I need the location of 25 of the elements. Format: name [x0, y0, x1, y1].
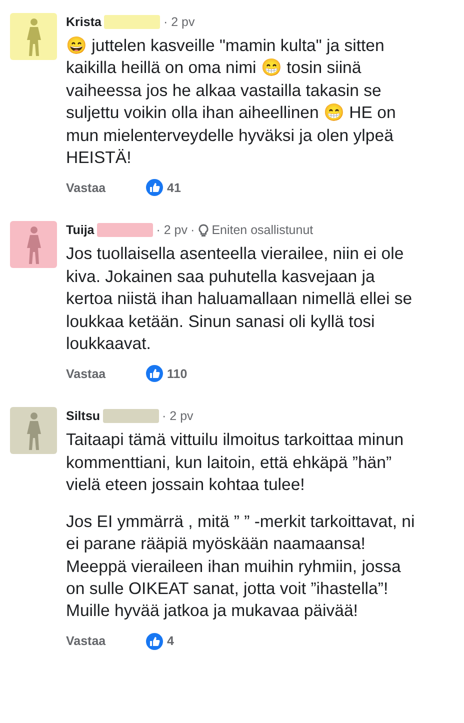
- thumbs-up-icon[interactable]: [146, 179, 163, 196]
- comment-text: Jos tuollaisella asenteella vierailee, niin ei ole kiva. Jokainen saa puhutella kasvejaan ja kertoa niistä ihan haluamallaan nimellä ellei se loukkaa ketään. Sinun sanasi oli kyllä tosi loukkaavat.: [66, 243, 414, 356]
- reply-button[interactable]: Vastaa: [66, 180, 146, 195]
- timestamp[interactable]: · 2 pv: [163, 15, 195, 29]
- reply-button[interactable]: Vastaa: [66, 634, 146, 648]
- redaction-bar: [97, 223, 154, 238]
- like-count: 4: [167, 634, 174, 648]
- comment-text: Taitaapi tämä vittuilu ilmoitus tarkoittaa minun kommenttiani, kun laitoin, että ehkäpä ”hän” vielä eteen jossain kohtaa tulee!: [66, 429, 405, 496]
- timestamp[interactable]: · 2 pv: [162, 409, 194, 424]
- reply-button[interactable]: Vastaa: [66, 366, 146, 381]
- thumbs-up-icon[interactable]: [146, 632, 163, 650]
- author-name[interactable]: Krista: [66, 15, 102, 29]
- badge-label: Eniten osallistunut: [212, 223, 314, 238]
- redaction-bar: [104, 15, 160, 29]
- like-count: 110: [167, 366, 188, 381]
- author-name[interactable]: Tuija: [66, 223, 94, 238]
- comment-text: Jos EI ymmärrä , mitä ” ” -merkit tarkoittavat, ni ei parane rääpiä myöskään naamaansa! Meeppä vieraileen ihan muihin ryhmiin, jossa on sulle OIKEAT sanat, jotta voit ”ihastella”! Muille hyvää jatkoa ja mukavaa päivää!: [66, 510, 416, 622]
- comment-text: 😄 juttelen kasveille "mamin kulta" ja sitten kaikilla heillä on oma nimi 😁 tosin siinä vaiheessa jos he alkaa vastailla takasin se suljettu voikin olla ihan aiheellinen 😁 HE on mun mielenterveydelle hyväksi ja olen ylpeä HEISTÄ!: [66, 35, 397, 170]
- thumbs-up-icon[interactable]: [146, 365, 163, 382]
- author-name[interactable]: Siltsu: [66, 409, 100, 424]
- lightbulb-icon: [198, 224, 209, 237]
- redaction-bar: [103, 409, 160, 424]
- timestamp[interactable]: · 2 pv: [156, 223, 188, 238]
- like-count: 41: [167, 180, 181, 195]
- separator: ·: [190, 223, 195, 238]
